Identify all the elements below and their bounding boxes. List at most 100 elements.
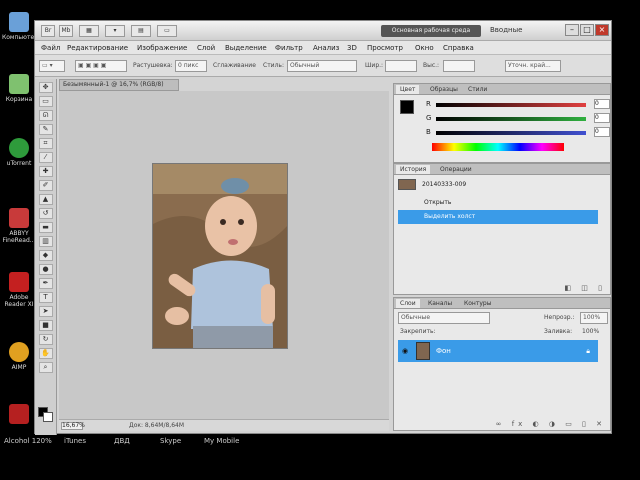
channel-value-input[interactable]: 0 bbox=[594, 113, 610, 123]
marquee-tool-icon[interactable]: ▭ bbox=[38, 96, 53, 107]
selection-mode-buttons[interactable]: ▣ ▣ ▣ ▣ bbox=[75, 60, 127, 72]
status-bar: 16,67% Док: 8,64M/8,64M bbox=[59, 419, 389, 431]
arrange-documents-button[interactable]: ▤ bbox=[131, 25, 151, 37]
gradient-tool-icon[interactable]: ▥ bbox=[38, 236, 53, 247]
history-brush-tool-icon[interactable]: ↺ bbox=[38, 208, 53, 219]
menu-select[interactable]: Выделение bbox=[225, 44, 267, 52]
taskbar-label[interactable]: My Mobile bbox=[204, 437, 239, 445]
desktop-icon-computer[interactable]: Компьютер bbox=[2, 12, 38, 41]
red-channel-slider[interactable]: R 0 bbox=[426, 99, 614, 110]
blur-tool-icon[interactable]: ◆ bbox=[38, 250, 53, 261]
brush-tool-icon[interactable]: ✐ bbox=[38, 180, 53, 191]
tab-paths[interactable]: Контуры bbox=[460, 299, 495, 308]
document-tab[interactable]: Безымянный-1 @ 16,7% (RGB/8) bbox=[59, 79, 179, 91]
tab-channels[interactable]: Каналы bbox=[424, 299, 456, 308]
green-channel-slider[interactable]: G 0 bbox=[426, 113, 614, 124]
close-button[interactable]: × bbox=[595, 24, 609, 36]
bridge-button[interactable]: Br bbox=[41, 25, 55, 37]
desktop-icon-utorrent[interactable]: uTorrent bbox=[2, 138, 36, 167]
menu-window[interactable]: Окно bbox=[415, 44, 434, 52]
color-spectrum-bar[interactable] bbox=[432, 143, 564, 151]
taskbar-label[interactable]: Skype bbox=[160, 437, 181, 445]
tab-swatches[interactable]: Образцы bbox=[426, 85, 462, 94]
history-panel-footer-icons[interactable]: ◧ ◫ ▯ bbox=[564, 284, 606, 292]
desktop-icon-label: Компьютер bbox=[2, 34, 38, 41]
minimize-button[interactable]: – bbox=[565, 24, 579, 36]
desktop-icon-adobe-reader[interactable]: Adobe Reader XI bbox=[2, 272, 36, 308]
blue-channel-slider[interactable]: B 0 bbox=[426, 127, 614, 138]
slider-track[interactable] bbox=[436, 103, 586, 107]
menu-help[interactable]: Справка bbox=[443, 44, 474, 52]
history-item-selected[interactable]: Выделить холст bbox=[398, 210, 598, 224]
background-color-swatch[interactable] bbox=[43, 412, 53, 422]
3d-rotate-tool-icon[interactable]: ↻ bbox=[38, 334, 53, 345]
tab-layers[interactable]: Слои bbox=[396, 299, 420, 308]
style-select[interactable]: Обычный bbox=[287, 60, 357, 72]
lasso-tool-icon[interactable]: ᘏ bbox=[38, 110, 53, 121]
hand-tool-icon[interactable]: ✋ bbox=[38, 348, 53, 359]
pen-tool-icon[interactable]: ✒ bbox=[38, 278, 53, 289]
slider-track[interactable] bbox=[436, 131, 586, 135]
screen-mode-button[interactable]: ▭ bbox=[157, 25, 177, 37]
dodge-tool-icon[interactable]: ● bbox=[38, 264, 53, 275]
toolbox: ✥ ▭ ᘏ ✎ ⌗ ⁄ ✚ ✐ ▲ ↺ ▬ ▥ ◆ ● ✒ T ➤ ■ ↻ ✋ … bbox=[35, 79, 57, 435]
history-snapshot[interactable]: 20140333-009 bbox=[398, 178, 598, 192]
desktop-icon-aimp[interactable]: AIMP bbox=[2, 342, 36, 371]
layer-row-background[interactable]: ◉ Фон 🔒︎ bbox=[398, 340, 598, 362]
type-tool-icon[interactable]: T bbox=[38, 292, 53, 303]
tool-preset-picker[interactable]: ▭ ▾ bbox=[39, 60, 65, 72]
channel-value-input[interactable]: 0 bbox=[594, 99, 610, 109]
menu-view[interactable]: Просмотр bbox=[367, 44, 403, 52]
stamp-tool-icon[interactable]: ▲ bbox=[38, 194, 53, 205]
maximize-button[interactable]: □ bbox=[580, 24, 594, 36]
desktop-icon-abbyy[interactable]: ABBYY FineRead... bbox=[2, 208, 36, 244]
opacity-input[interactable]: 100% bbox=[580, 312, 608, 324]
taskbar-label[interactable]: Alcohol 120% bbox=[4, 437, 52, 445]
taskbar-label[interactable]: ДВД bbox=[114, 437, 130, 445]
menu-filter[interactable]: Фильтр bbox=[275, 44, 303, 52]
eraser-tool-icon[interactable]: ▬ bbox=[38, 222, 53, 233]
menu-layer[interactable]: Слой bbox=[197, 44, 215, 52]
quick-select-tool-icon[interactable]: ✎ bbox=[38, 124, 53, 135]
refine-edge-button[interactable]: Уточн. край... bbox=[505, 60, 561, 72]
panel-foreground-swatch[interactable] bbox=[400, 100, 414, 114]
feather-input[interactable]: 0 пикс bbox=[175, 60, 207, 72]
layers-panel-footer-icons[interactable]: ∞ fx ◐ ◑ ▭ ▯ ✕ bbox=[496, 420, 606, 428]
tab-actions[interactable]: Операции bbox=[436, 165, 476, 174]
zoom-tool-icon[interactable]: ⌕ bbox=[38, 362, 53, 373]
move-tool-icon[interactable]: ✥ bbox=[38, 82, 53, 93]
menu-analysis[interactable]: Анализ bbox=[313, 44, 339, 52]
minibridge-button[interactable]: Mb bbox=[59, 25, 73, 37]
document-size-status[interactable]: Док: 8,64M/8,64M bbox=[129, 422, 184, 429]
width-input[interactable] bbox=[385, 60, 417, 72]
tab-color[interactable]: Цвет bbox=[396, 85, 420, 94]
history-item[interactable]: Открыть bbox=[398, 196, 598, 210]
height-input[interactable] bbox=[443, 60, 475, 72]
desktop-icon-recycle[interactable]: Корзина bbox=[2, 74, 36, 103]
path-select-tool-icon[interactable]: ➤ bbox=[38, 306, 53, 317]
slider-track[interactable] bbox=[436, 117, 586, 121]
view-extras-button[interactable]: ▦ bbox=[79, 25, 99, 37]
antialias-checkbox[interactable]: Сглаживание bbox=[213, 62, 256, 69]
menu-edit[interactable]: Редактирование bbox=[67, 44, 128, 52]
shape-tool-icon[interactable]: ■ bbox=[38, 320, 53, 331]
desktop-icon-alcohol[interactable] bbox=[2, 404, 36, 426]
healing-tool-icon[interactable]: ✚ bbox=[38, 166, 53, 177]
menu-image[interactable]: Изображение bbox=[137, 44, 187, 52]
channel-value-input[interactable]: 0 bbox=[594, 127, 610, 137]
tab-styles[interactable]: Стили bbox=[464, 85, 491, 94]
zoom-level-button[interactable]: ▾ bbox=[105, 25, 125, 37]
menu-file[interactable]: Файл bbox=[41, 44, 60, 52]
zoom-input[interactable]: 16,67% bbox=[61, 422, 85, 430]
taskbar-label[interactable]: iTunes bbox=[64, 437, 86, 445]
canvas-area[interactable] bbox=[59, 91, 389, 419]
eyedropper-tool-icon[interactable]: ⁄ bbox=[38, 152, 53, 163]
tab-history[interactable]: История bbox=[396, 165, 431, 174]
crop-tool-icon[interactable]: ⌗ bbox=[38, 138, 53, 149]
workspace-label[interactable]: Вводные bbox=[490, 26, 522, 34]
fill-value[interactable]: 100% bbox=[582, 328, 599, 335]
workspace-button[interactable]: Основная рабочая среда bbox=[381, 25, 481, 37]
blend-mode-select[interactable]: Обычные bbox=[398, 312, 490, 324]
menu-3d[interactable]: 3D bbox=[347, 44, 357, 52]
eye-icon[interactable]: ◉ bbox=[402, 340, 412, 362]
